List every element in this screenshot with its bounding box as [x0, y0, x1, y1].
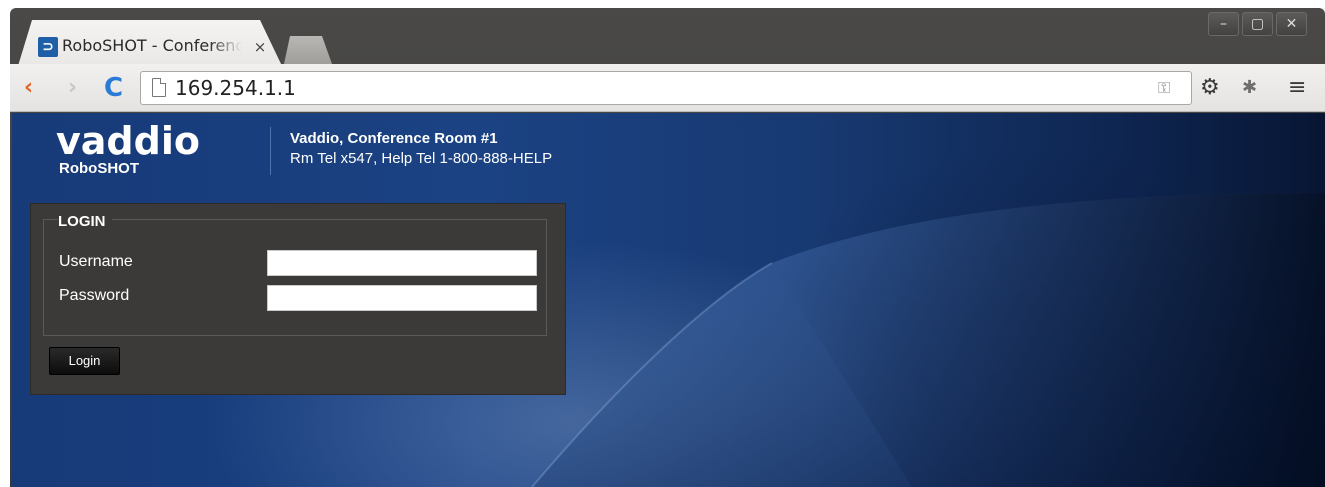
- room-name: Vaddio, Conference Room #1: [290, 130, 498, 147]
- forward-arrow-icon[interactable]: ›: [68, 77, 90, 99]
- login-button[interactable]: Login: [49, 347, 120, 375]
- vaddio-favicon-icon: ⊃: [38, 37, 58, 57]
- minimize-button[interactable]: –: [1208, 12, 1239, 36]
- url-text[interactable]: 169.254.1.1: [175, 75, 296, 101]
- gear-icon[interactable]: ⚙: [1200, 76, 1224, 100]
- username-input[interactable]: [267, 250, 537, 276]
- close-window-button[interactable]: ✕: [1276, 12, 1307, 36]
- address-bar[interactable]: [140, 71, 1192, 105]
- reload-icon[interactable]: C: [104, 74, 130, 102]
- password-label: Password: [59, 287, 130, 304]
- maximize-button[interactable]: ▢: [1242, 12, 1273, 36]
- window-controls: – ▢ ✕: [1208, 12, 1307, 36]
- product-name: RoboSHOT: [59, 160, 139, 177]
- tab-close-icon[interactable]: ×: [250, 36, 270, 58]
- extension-icon[interactable]: ✱: [1242, 76, 1264, 100]
- page-icon: [152, 78, 166, 97]
- key-icon[interactable]: ⚿: [1158, 78, 1176, 98]
- back-arrow-icon[interactable]: ‹: [24, 77, 46, 99]
- username-label: Username: [59, 253, 133, 270]
- header-divider: [270, 127, 271, 175]
- page-content: vaddio RoboSHOT Vaddio, Conference Room …: [12, 113, 1325, 487]
- menu-icon[interactable]: ≡: [1288, 76, 1310, 100]
- tab-title[interactable]: RoboSHOT - Conference Room #1: [62, 36, 242, 58]
- login-fieldset: [43, 219, 547, 336]
- room-phone-info: Rm Tel x547, Help Tel 1-800-888-HELP: [290, 150, 553, 167]
- login-heading: LOGIN: [58, 212, 112, 232]
- vaddio-logo: vaddio: [56, 119, 200, 163]
- password-input[interactable]: [267, 285, 537, 311]
